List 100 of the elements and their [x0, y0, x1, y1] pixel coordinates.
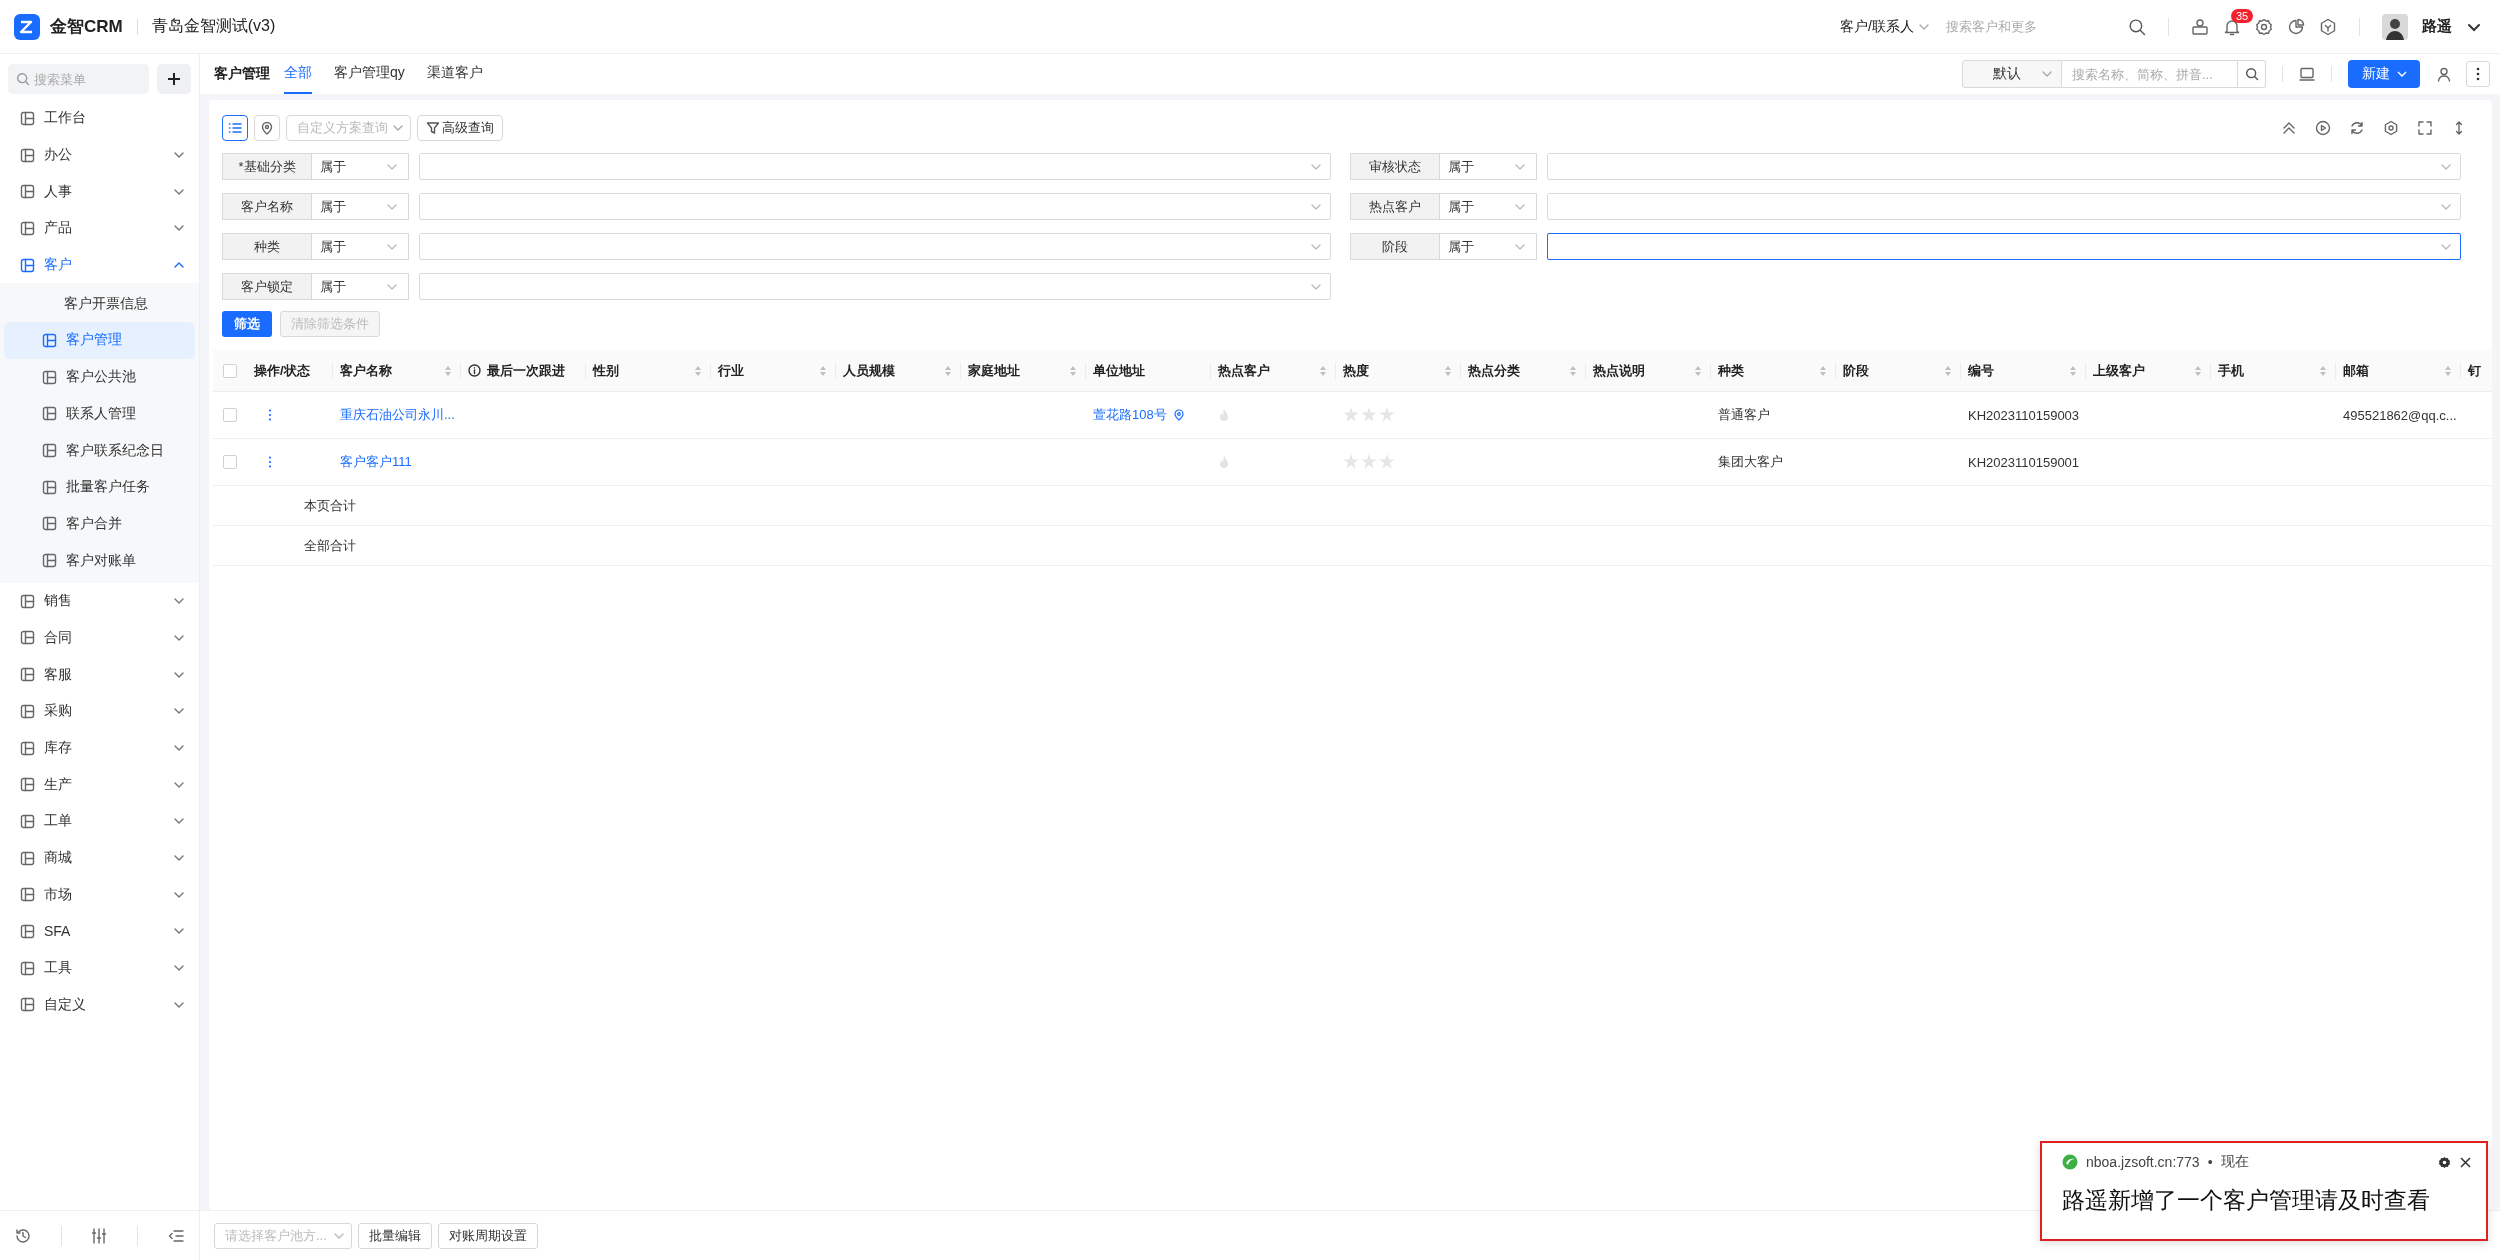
user-name[interactable]: 路遥 — [2422, 17, 2452, 36]
search-field[interactable]: 搜索名称、简称、拼音... — [2062, 60, 2238, 88]
more-button[interactable] — [2466, 61, 2490, 87]
operator-select[interactable]: 属于 — [1439, 193, 1537, 220]
menu-item[interactable]: 生产 — [0, 766, 199, 804]
operator-select[interactable]: 属于 — [311, 273, 409, 300]
operator-select[interactable]: 属于 — [311, 193, 409, 220]
settings-icon[interactable] — [2438, 1155, 2451, 1169]
history-icon[interactable] — [14, 1226, 33, 1245]
menu-item[interactable]: 市场 — [0, 876, 199, 914]
customer-name-link[interactable]: 重庆石油公司永川... — [340, 406, 455, 424]
column-header[interactable]: 人员规模 — [835, 350, 960, 391]
bottom-button[interactable]: 对账周期设置 — [437, 1222, 538, 1249]
column-header[interactable]: 种类 — [1710, 350, 1835, 391]
filter-value-dropdown[interactable] — [1547, 233, 2461, 260]
add-button[interactable] — [157, 64, 191, 94]
view-select[interactable]: 默认 — [1962, 60, 2062, 88]
column-header[interactable]: 钉 — [2460, 350, 2492, 391]
column-header[interactable]: 热度 — [1335, 350, 1460, 391]
menu-item[interactable]: 自定义 — [0, 986, 199, 1024]
menu-item[interactable]: 办公 — [0, 136, 199, 174]
menu-item[interactable]: 工单 — [0, 803, 199, 840]
menu-item[interactable]: 工具 — [0, 949, 199, 987]
sort-icon[interactable] — [1694, 364, 1702, 377]
more-icon[interactable] — [268, 409, 272, 421]
row-checkbox[interactable] — [222, 455, 237, 469]
organization-name[interactable]: 青岛金智测试(v3) — [151, 16, 276, 37]
column-header[interactable]: 最后一次跟进 — [460, 350, 585, 391]
submenu-item[interactable]: 客户对账单 — [4, 542, 195, 579]
submenu-item[interactable]: 客户管理 — [4, 322, 195, 359]
customer-name-link[interactable]: 客户客户111 — [340, 453, 412, 471]
sort-icon[interactable] — [2444, 364, 2452, 377]
column-header[interactable]: 家庭地址 — [960, 350, 1085, 391]
hexagon-icon[interactable] — [2319, 17, 2337, 36]
tab[interactable]: 客户管理qy — [334, 54, 405, 94]
sort-icon[interactable] — [444, 364, 452, 377]
menu-item[interactable]: 人事 — [0, 173, 199, 211]
column-header[interactable]: 邮箱 — [2335, 350, 2460, 391]
sort-icon[interactable] — [1819, 364, 1827, 377]
menu-item[interactable]: 采购 — [0, 693, 199, 730]
sliders-icon[interactable] — [90, 1226, 109, 1245]
column-header[interactable]: 性别 — [585, 350, 710, 391]
list-view-button[interactable] — [222, 115, 248, 141]
submenu-item[interactable]: 客户联系纪念日 — [4, 432, 195, 469]
bottom-button[interactable]: 批量编辑 — [357, 1222, 432, 1249]
menu-item[interactable]: 销售 — [0, 582, 199, 620]
filter-button[interactable]: 筛选 — [222, 311, 272, 337]
address-link[interactable]: 萱花路108号 — [1093, 406, 1167, 424]
location-pin-icon[interactable] — [1172, 409, 1185, 421]
submenu-item[interactable]: 联系人管理 — [4, 395, 195, 433]
refresh-icon[interactable] — [2349, 120, 2365, 136]
row-checkbox[interactable] — [222, 408, 237, 422]
more-icon[interactable] — [268, 456, 272, 468]
fullscreen-icon[interactable] — [2417, 120, 2433, 136]
search-button[interactable] — [2238, 60, 2266, 88]
menu-item[interactable]: 合同 — [0, 619, 199, 657]
operator-select[interactable]: 属于 — [1439, 153, 1537, 180]
sort-icon[interactable] — [2069, 364, 2077, 377]
monitor-icon[interactable] — [2299, 66, 2315, 82]
sort-icon[interactable] — [1944, 364, 1952, 377]
submenu-item[interactable]: 客户合并 — [4, 505, 195, 543]
notification-popup[interactable]: nboa.jzsoft.cn:773 • 现在 路遥新增了一个客户管理请及时查看 — [2040, 1141, 2488, 1241]
menu-item[interactable]: 工作台 — [0, 100, 199, 137]
sort-icon[interactable] — [1444, 364, 1452, 377]
menu-item[interactable]: 客服 — [0, 656, 199, 693]
sort-icon[interactable] — [2319, 364, 2327, 377]
menu-item[interactable]: SFA — [0, 913, 199, 950]
sort-icon[interactable] — [2194, 364, 2202, 377]
column-header[interactable]: 热点说明 — [1585, 350, 1710, 391]
column-header[interactable]: 单位地址 — [1085, 350, 1210, 391]
settings-icon[interactable] — [2383, 120, 2399, 136]
operator-select[interactable]: 属于 — [311, 153, 409, 180]
advanced-query-button[interactable]: 高级查询 — [417, 115, 503, 141]
menu-item[interactable]: 商城 — [0, 839, 199, 877]
avatar[interactable] — [2382, 13, 2408, 40]
menu-item[interactable]: 产品 — [0, 210, 199, 247]
contact-card-icon[interactable] — [2191, 17, 2209, 36]
column-header[interactable]: 行业 — [710, 350, 835, 391]
sort-icon[interactable] — [1319, 364, 1327, 377]
menu-item[interactable]: 库存 — [0, 729, 199, 767]
select-all-checkbox[interactable] — [222, 363, 237, 378]
column-header[interactable]: 热点分类 — [1460, 350, 1585, 391]
close-icon[interactable] — [2459, 1155, 2472, 1169]
column-header[interactable]: 热点客户 — [1210, 350, 1335, 391]
submenu-item[interactable]: 客户开票信息 — [4, 285, 195, 323]
tab[interactable]: 全部 — [284, 54, 312, 94]
operator-select[interactable]: 属于 — [311, 233, 409, 260]
sort-icon[interactable] — [819, 364, 827, 377]
menu-item[interactable]: 客户 — [0, 246, 199, 284]
sort-icon[interactable] — [694, 364, 702, 377]
play-icon[interactable] — [2315, 120, 2331, 136]
column-header[interactable]: 编号 — [1960, 350, 2085, 391]
submenu-item[interactable]: 客户公共池 — [4, 358, 195, 396]
operator-select[interactable]: 属于 — [1439, 233, 1537, 260]
new-button[interactable]: 新建 — [2348, 60, 2420, 88]
column-header[interactable]: 上级客户 — [2085, 350, 2210, 391]
map-view-button[interactable] — [254, 115, 280, 141]
search-scope-dropdown[interactable]: 客户/联系人 — [1840, 17, 1930, 36]
sort-icon[interactable] — [1069, 364, 1077, 377]
column-header[interactable]: 手机 — [2210, 350, 2335, 391]
